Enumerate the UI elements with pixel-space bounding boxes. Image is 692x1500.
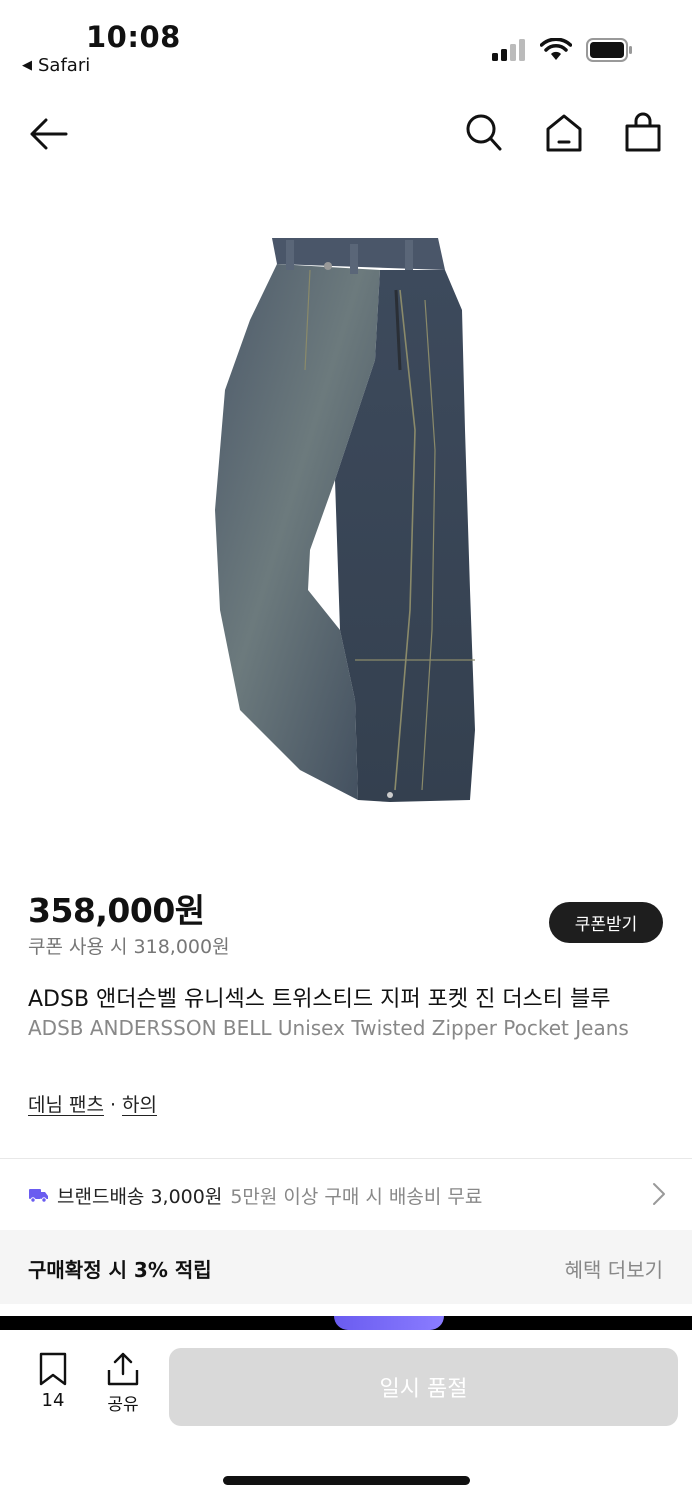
back-to-app[interactable]: ◀ Safari xyxy=(22,55,90,76)
share-button[interactable]: 공유 xyxy=(100,1352,146,1415)
product-title-english: ADSB ANDERSSON BELL Unisex Twisted Zippe… xyxy=(28,1016,629,1040)
coupon-price: 쿠폰 사용 시 318,000원 xyxy=(28,936,230,958)
shopping-bag-icon xyxy=(625,112,661,152)
reward-row: 구매확정 시 3% 적립 혜택 더보기 xyxy=(0,1230,692,1304)
chevron-right-icon xyxy=(653,1183,665,1205)
cart-button[interactable] xyxy=(624,112,662,154)
category-separator: · xyxy=(109,1094,117,1116)
bottom-action-bar: 14 공유 일시 품절 xyxy=(0,1330,692,1440)
home-indicator xyxy=(223,1476,470,1485)
bookmark-icon xyxy=(39,1352,67,1386)
banner-strip xyxy=(0,1316,692,1330)
truck-icon xyxy=(29,1189,48,1203)
shipping-label: 브랜드배송 3,000원 xyxy=(57,1185,223,1208)
home-button[interactable] xyxy=(544,112,584,154)
reward-label: 구매확정 시 3% 적립 xyxy=(28,1258,212,1282)
category-breadcrumb: 데님 팬츠 · 하의 xyxy=(28,1090,157,1117)
product-image[interactable] xyxy=(200,230,490,810)
product-title-korean: ADSB 앤더슨벨 유니섹스 트위스티드 지퍼 포켓 진 더스티 블루 xyxy=(28,987,611,1012)
banner-graphic xyxy=(334,1316,444,1330)
status-icons xyxy=(492,38,634,62)
signal-icon xyxy=(492,39,525,61)
status-bar: 10:08 ◀ Safari xyxy=(0,0,692,90)
shipping-free-condition: 5만원 이상 구매 시 배송비 무료 xyxy=(230,1185,483,1208)
bookmark-button[interactable]: 14 xyxy=(30,1352,76,1411)
back-triangle-icon: ◀ xyxy=(22,58,32,73)
category-link-denim-pants[interactable]: 데님 팬츠 xyxy=(28,1094,104,1116)
search-button[interactable] xyxy=(464,112,504,154)
status-time: 10:08 xyxy=(86,20,181,54)
share-icon xyxy=(107,1352,139,1386)
home-icon xyxy=(546,114,582,152)
back-button[interactable] xyxy=(26,112,70,156)
more-benefits-link[interactable]: 혜택 더보기 xyxy=(565,1254,663,1283)
get-coupon-button[interactable]: 쿠폰받기 xyxy=(549,902,663,943)
section-divider xyxy=(0,1158,692,1159)
wifi-icon xyxy=(540,38,572,60)
share-label: 공유 xyxy=(107,1395,139,1415)
bookmark-count: 14 xyxy=(41,1390,65,1411)
battery-icon xyxy=(586,38,632,62)
shipping-info-row[interactable]: 브랜드배송 3,000원 5만원 이상 구매 시 배송비 무료 xyxy=(0,1160,692,1230)
denim-jeans-image xyxy=(215,238,475,802)
category-link-bottoms[interactable]: 하의 xyxy=(122,1094,157,1116)
search-icon xyxy=(466,114,502,151)
product-price: 358,000원 xyxy=(28,891,205,930)
top-nav xyxy=(0,100,692,166)
back-arrow-icon xyxy=(30,118,68,150)
temporarily-soldout-button[interactable]: 일시 품절 xyxy=(169,1348,678,1426)
back-app-label: Safari xyxy=(38,55,91,76)
nav-icons xyxy=(464,112,662,154)
